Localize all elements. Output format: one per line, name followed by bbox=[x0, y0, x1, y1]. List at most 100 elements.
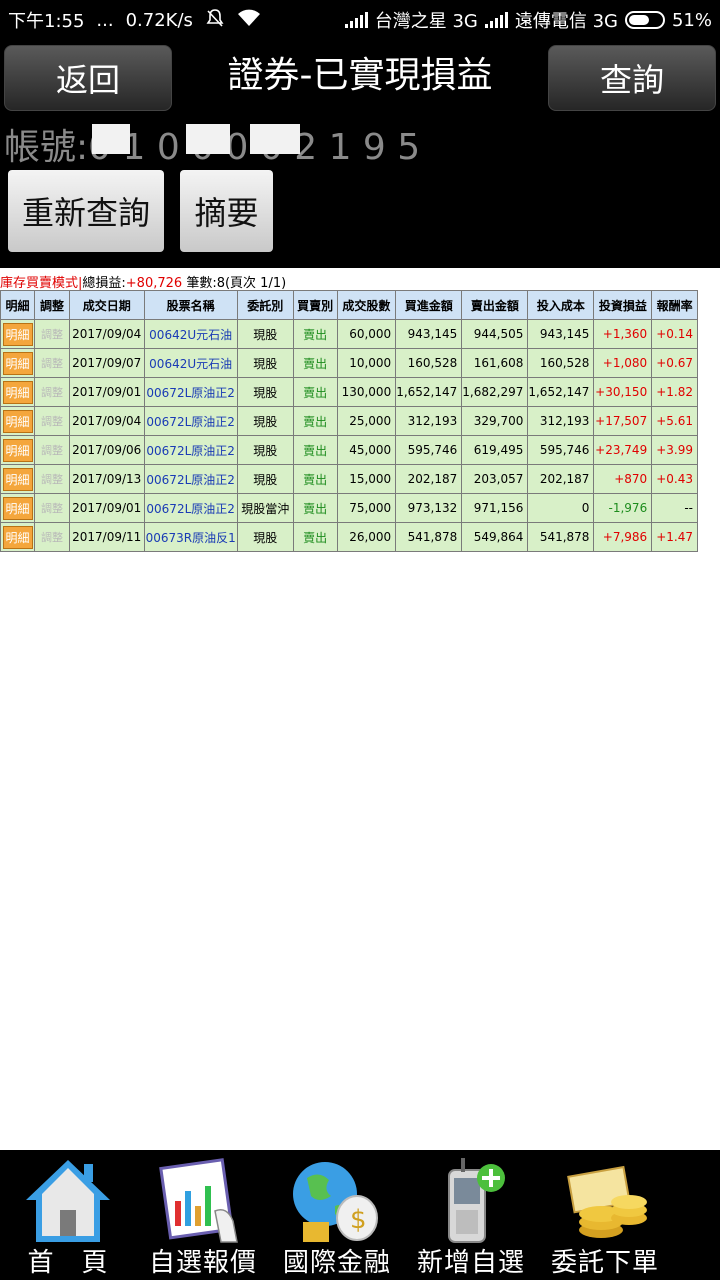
column-header: 買進金額 bbox=[395, 290, 463, 320]
query-button[interactable]: 查詢 bbox=[548, 45, 716, 111]
nav-quotes[interactable]: 自選報價 bbox=[136, 1150, 270, 1280]
trade-side-cell: 賣出 bbox=[292, 464, 338, 494]
stock-name[interactable]: 00642U元石油 bbox=[149, 357, 232, 371]
return-rate: +1.82 bbox=[656, 385, 693, 399]
back-button[interactable]: 返回 bbox=[4, 45, 172, 111]
sell-amount-cell: 549,864 bbox=[461, 522, 529, 552]
table-row: 明細 調整 2017/09/06 00672L原油正2 現股 賣出 45,000 595,74… bbox=[0, 435, 698, 465]
detail-button[interactable]: 明細 bbox=[2, 351, 33, 375]
battery-icon bbox=[624, 11, 665, 29]
adjust-button[interactable]: 調整 bbox=[41, 444, 63, 457]
shares-cell: 130,000 bbox=[336, 377, 397, 407]
stock-name[interactable]: 00672L原油正2 bbox=[146, 502, 235, 516]
buy-amount: 1,652,147 bbox=[396, 385, 458, 399]
invested-cost: 541,878 bbox=[539, 530, 590, 544]
profit-loss-cell: +1,360 bbox=[593, 319, 653, 349]
battery-level: 51% bbox=[671, 9, 712, 31]
buy-amount-cell: 202,187 bbox=[395, 464, 463, 494]
adjust-button[interactable]: 調整 bbox=[41, 473, 63, 486]
return-rate-cell: +0.14 bbox=[651, 319, 698, 349]
buy-amount: 541,878 bbox=[407, 530, 458, 544]
detail-button-cell: 明細 bbox=[0, 522, 36, 552]
column-header: 委託別 bbox=[236, 290, 294, 320]
column-header: 明細 bbox=[0, 290, 36, 320]
status-bar: 下午1:55 ... 0.72K/s 台灣之星 3G 遠傳電信 3G 51% bbox=[0, 0, 720, 40]
trade-date-cell: 2017/09/11 bbox=[68, 522, 145, 552]
mode-label: 庫存買賣模式| bbox=[0, 276, 83, 291]
shares: 25,000 bbox=[349, 414, 392, 428]
invested-cost: 202,187 bbox=[539, 472, 590, 486]
adjust-button[interactable]: 調整 bbox=[41, 502, 63, 515]
stock-name[interactable]: 00672L原油正2 bbox=[146, 473, 235, 487]
shares: 10,000 bbox=[349, 356, 392, 370]
stock-name[interactable]: 00672L原油正2 bbox=[146, 386, 235, 400]
nav-home[interactable]: 首 頁 bbox=[0, 1150, 136, 1280]
trade-date: 2017/09/11 bbox=[72, 530, 142, 544]
stock-name[interactable]: 00672L原油正2 bbox=[146, 444, 235, 458]
stock-name-cell: 00642U元石油 bbox=[143, 348, 238, 378]
column-header: 報酬率 bbox=[651, 290, 698, 320]
profit-loss: +870 bbox=[614, 472, 648, 486]
adjust-button[interactable]: 調整 bbox=[41, 531, 63, 544]
adjust-button-cell: 調整 bbox=[34, 319, 70, 349]
buy-amount-cell: 943,145 bbox=[395, 319, 463, 349]
detail-button[interactable]: 明細 bbox=[2, 496, 33, 520]
invested-cost-cell: 595,746 bbox=[527, 435, 595, 465]
shares-cell: 15,000 bbox=[336, 464, 397, 494]
adjust-button[interactable]: 調整 bbox=[41, 386, 63, 399]
adjust-button-cell: 調整 bbox=[34, 493, 70, 523]
summary-button[interactable]: 摘要 bbox=[180, 170, 273, 252]
trade-date-cell: 2017/09/01 bbox=[68, 493, 145, 523]
stock-name-cell: 00672L原油正2 bbox=[143, 464, 238, 494]
shares-cell: 25,000 bbox=[336, 406, 397, 436]
detail-button[interactable]: 明細 bbox=[2, 467, 33, 491]
nav-add-watchlist[interactable]: 新增自選 bbox=[404, 1150, 538, 1280]
adjust-button[interactable]: 調整 bbox=[41, 328, 63, 341]
stock-name[interactable]: 00673R原油反1 bbox=[146, 531, 236, 545]
profit-loss-cell: +1,080 bbox=[593, 348, 653, 378]
detail-button[interactable]: 明細 bbox=[2, 322, 33, 346]
trade-side-cell: 賣出 bbox=[292, 522, 338, 552]
stock-name[interactable]: 00642U元石油 bbox=[149, 328, 232, 342]
order-type: 現股 bbox=[253, 414, 278, 429]
sell-amount-cell: 203,057 bbox=[461, 464, 529, 494]
phone-add-icon bbox=[448, 1158, 505, 1243]
detail-button-cell: 明細 bbox=[0, 319, 36, 349]
requery-button[interactable]: 重新查詢 bbox=[8, 170, 164, 252]
detail-button[interactable]: 明細 bbox=[2, 380, 33, 404]
profit-loss: +1,360 bbox=[602, 327, 648, 341]
stock-name[interactable]: 00672L原油正2 bbox=[146, 415, 235, 429]
adjust-button-cell: 調整 bbox=[34, 435, 70, 465]
invested-cost-cell: 541,878 bbox=[527, 522, 595, 552]
adjust-button-cell: 調整 bbox=[34, 406, 70, 436]
nav-place-order[interactable]: 委託下單 bbox=[538, 1150, 672, 1280]
return-rate-cell: +0.67 bbox=[651, 348, 698, 378]
adjust-button[interactable]: 調整 bbox=[41, 415, 63, 428]
sell-amount: 161,608 bbox=[473, 356, 524, 370]
adjust-button[interactable]: 調整 bbox=[41, 357, 63, 370]
privacy-mask bbox=[250, 124, 300, 154]
nav-international-finance[interactable]: $ 國際金融 bbox=[270, 1150, 404, 1280]
invested-cost: 1,652,147 bbox=[528, 385, 590, 399]
shares: 130,000 bbox=[341, 385, 392, 399]
table-row: 明細 調整 2017/09/11 00673R原油反1 現股 賣出 26,000 541,87… bbox=[0, 522, 698, 552]
record-count: 筆數:8(頁次 1/1) bbox=[186, 276, 287, 291]
return-rate: +1.47 bbox=[656, 530, 693, 544]
sell-amount: 203,057 bbox=[473, 472, 524, 486]
detail-button[interactable]: 明細 bbox=[2, 409, 33, 433]
trade-side-cell: 賣出 bbox=[292, 377, 338, 407]
sell-amount: 1,682,297 bbox=[462, 385, 524, 399]
detail-button[interactable]: 明細 bbox=[2, 525, 33, 549]
nav-label: 自選報價 bbox=[148, 1248, 257, 1278]
profit-loss-cell: +17,507 bbox=[593, 406, 653, 436]
table-row: 明細 調整 2017/09/04 00672L原油正2 現股 賣出 25,000 312,19… bbox=[0, 406, 698, 436]
return-rate-cell: +3.99 bbox=[651, 435, 698, 465]
trade-date: 2017/09/01 bbox=[72, 385, 142, 399]
shares: 26,000 bbox=[349, 530, 392, 544]
detail-button[interactable]: 明細 bbox=[2, 438, 33, 462]
return-rate: +0.67 bbox=[656, 356, 693, 370]
return-rate: +0.14 bbox=[656, 327, 693, 341]
trade-date-cell: 2017/09/13 bbox=[68, 464, 145, 494]
order-type-cell: 現股 bbox=[236, 319, 294, 349]
globe-money-icon: $ bbox=[293, 1162, 378, 1242]
